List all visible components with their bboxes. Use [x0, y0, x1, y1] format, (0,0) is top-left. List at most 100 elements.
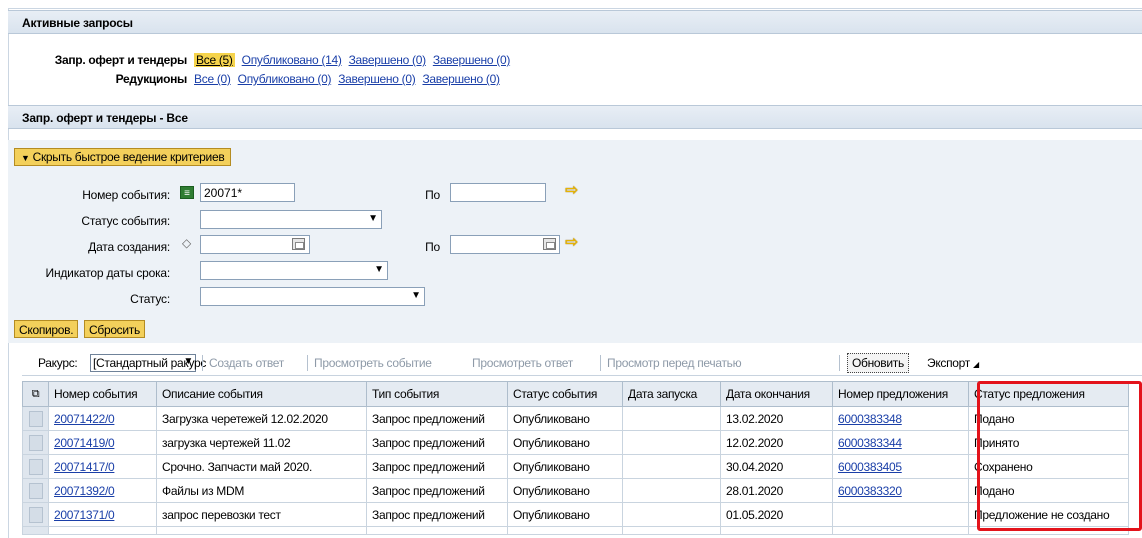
col-event-status[interactable]: Статус события	[507, 381, 623, 407]
cell-offer-status: Предложение не создано	[968, 502, 1129, 527]
col-start-date[interactable]: Дата запуска	[622, 381, 721, 407]
table-row[interactable]: 20071419/0 загрузка чертежей 11.02 Запрос …	[22, 430, 1129, 455]
go-arrow-icon[interactable]: ⇨	[565, 180, 578, 200]
calendar-icon[interactable]	[543, 238, 556, 250]
offer-number-link[interactable]: 6000383320	[838, 484, 902, 498]
toolbar-separator	[600, 355, 601, 371]
table-row[interactable]: 20071371/0 запрос перевозки тест Запрос пр…	[22, 502, 1129, 527]
cell-start-date	[622, 454, 721, 479]
col-event-type[interactable]: Тип события	[366, 381, 508, 407]
calendar-icon[interactable]	[292, 238, 305, 250]
event-number-link[interactable]: 20071371/0	[54, 508, 115, 522]
list-header: Запр. оферт и тендеры - Все	[8, 105, 1142, 129]
cell-event-number-link: 20071417/0	[48, 454, 157, 479]
table-row[interactable]: 20071417/0 Срочно. Запчасти май 2020. Запр…	[22, 454, 1129, 479]
rfx-link-completed[interactable]: Завершено (0)	[349, 53, 427, 67]
cell-end-date: 28.01.2020	[720, 478, 833, 503]
auction-link-published[interactable]: Опубликовано (0)	[238, 72, 332, 86]
view-event-button[interactable]: Просмотреть событие	[314, 356, 432, 370]
create-response-button[interactable]: Создать ответ	[209, 356, 284, 370]
cell-start-date	[622, 430, 721, 455]
col-offer-status[interactable]: Статус предложения	[968, 381, 1129, 407]
cell-event-description: загрузка чертежей 11.02	[156, 430, 367, 455]
table-row-empty	[22, 526, 1129, 535]
print-preview-button[interactable]: Просмотр перед печатью	[607, 356, 742, 370]
active-requests-header: Активные запросы	[8, 10, 1142, 34]
cell-event-status: Опубликовано	[507, 454, 623, 479]
col-offer-number[interactable]: Номер предложения	[832, 381, 969, 407]
event-number-to-input[interactable]	[450, 183, 546, 202]
refresh-button[interactable]: Обновить	[847, 353, 909, 373]
rfx-link-published[interactable]: Опубликовано (14)	[242, 53, 342, 67]
reset-button[interactable]: Сбросить	[84, 320, 145, 338]
cell-event-status: Опубликовано	[507, 502, 623, 527]
event-number-input[interactable]: 20071*	[200, 183, 295, 202]
event-number-link[interactable]: 20071422/0	[54, 412, 115, 426]
col-event-number[interactable]: Номер события	[48, 381, 157, 407]
cell-event-number-link: 20071422/0	[48, 406, 157, 431]
cell-event-description: Файлы из MDM	[156, 478, 367, 503]
auction-link-completed[interactable]: Завершено (0)	[338, 72, 416, 86]
create-date-label: Дата создания:	[88, 240, 170, 254]
cell-end-date: 13.02.2020	[720, 406, 833, 431]
auction-link-completed-2[interactable]: Завершено (0)	[422, 72, 500, 86]
chevron-down-icon: ▼	[21, 153, 30, 163]
row-selector[interactable]	[22, 502, 49, 527]
rfx-link-completed-2[interactable]: Завершено (0)	[433, 53, 511, 67]
cell-offer-number-link: 6000383344	[832, 430, 969, 455]
offer-number-link[interactable]: 6000383344	[838, 436, 902, 450]
offer-number-link[interactable]: 6000383348	[838, 412, 902, 426]
row-selector[interactable]	[22, 406, 49, 431]
auction-link-all[interactable]: Все (0)	[194, 72, 231, 86]
row-selector[interactable]	[22, 478, 49, 503]
view-select[interactable]: [Стандартный ракурс ▼	[90, 354, 206, 372]
offer-number-link[interactable]: 6000383405	[838, 460, 902, 474]
event-number-link[interactable]: 20071417/0	[54, 460, 115, 474]
event-status-select[interactable]: ▼	[200, 210, 382, 229]
event-number-link[interactable]: 20071419/0	[54, 436, 115, 450]
view-response-button[interactable]: Просмотреть ответ	[472, 356, 573, 370]
status-select[interactable]: ▼	[200, 287, 425, 306]
go-arrow-icon[interactable]: ⇨	[565, 232, 578, 252]
diamond-icon: ◇	[182, 236, 192, 250]
col-event-description[interactable]: Описание события	[156, 381, 367, 407]
cell-event-number-link: 20071392/0	[48, 478, 157, 503]
event-status-label: Статус события:	[81, 214, 170, 228]
include-icon[interactable]: ≡	[180, 186, 194, 199]
event-number-label: Номер события:	[82, 188, 170, 202]
row-selector[interactable]	[22, 454, 49, 479]
status-label: Статус:	[130, 292, 170, 306]
cell-start-date	[622, 406, 721, 431]
cell-offer-status: Подано	[968, 406, 1129, 431]
hide-criteria-button[interactable]: ▼ Скрыть быстрое ведение критериев	[14, 148, 232, 166]
cell-event-number-link: 20071371/0	[48, 502, 157, 527]
event-number-link[interactable]: 20071392/0	[54, 484, 115, 498]
cell-end-date: 12.02.2020	[720, 430, 833, 455]
cell-event-status: Опубликовано	[507, 406, 623, 431]
chevron-down-icon: ▼	[183, 356, 193, 367]
table-row[interactable]: 20071422/0 Загрузка черетежей 12.02.2020 З…	[22, 406, 1129, 431]
deadline-indicator-select[interactable]: ▼	[200, 261, 388, 280]
toolbar-separator	[839, 355, 840, 371]
cell-start-date	[622, 502, 721, 527]
export-button[interactable]: Экспорт ◢	[927, 356, 979, 370]
cell-offer-number-link	[832, 502, 969, 527]
event-number-to-label: По	[425, 188, 440, 202]
cell-event-description: запрос перевозки тест	[156, 502, 367, 527]
cell-event-description: Загрузка черетежей 12.02.2020	[156, 406, 367, 431]
table-row[interactable]: 20071392/0 Файлы из MDM Запрос предложений…	[22, 478, 1129, 503]
create-date-to-label: По	[425, 240, 440, 254]
chevron-down-icon: ◢	[973, 360, 979, 369]
cell-event-type: Запрос предложений	[366, 406, 508, 431]
table-settings-icon[interactable]: ⧉	[22, 381, 49, 407]
cell-offer-status: Сохранено	[968, 454, 1129, 479]
cell-event-type: Запрос предложений	[366, 430, 508, 455]
rfx-link-all[interactable]: Все (5)	[194, 53, 235, 67]
cell-end-date: 01.05.2020	[720, 502, 833, 527]
cell-offer-number-link: 6000383405	[832, 454, 969, 479]
rfx-links-row: Запр. оферт и тендеры Все (5) Опубликова…	[22, 53, 510, 67]
col-end-date[interactable]: Дата окончания	[720, 381, 833, 407]
copy-button[interactable]: Скопиров.	[14, 320, 79, 338]
cell-event-type: Запрос предложений	[366, 502, 508, 527]
row-selector[interactable]	[22, 430, 49, 455]
